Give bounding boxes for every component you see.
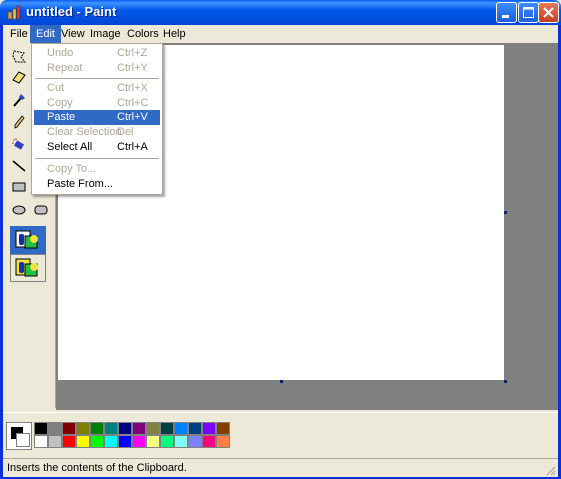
menu-item-clear-selection[interactable]: Clear Selection Del <box>34 125 160 140</box>
color-swatch[interactable] <box>62 435 76 448</box>
color-swatch[interactable] <box>160 422 174 435</box>
ellipse-tool[interactable] <box>9 200 29 220</box>
color-swatch[interactable] <box>202 422 216 435</box>
menu-item-shortcut: Ctrl+C <box>117 97 149 109</box>
menu-item-select-all[interactable]: Select All Ctrl+A <box>34 140 160 155</box>
color-swatch[interactable] <box>132 422 146 435</box>
airbrush-icon <box>12 138 24 150</box>
color-swatch[interactable] <box>90 422 104 435</box>
menu-item-label: Undo <box>47 47 74 59</box>
ellipse-icon <box>12 205 26 215</box>
color-swatch[interactable] <box>48 422 62 435</box>
line-tool[interactable] <box>9 156 29 176</box>
menu-item-cut[interactable]: Cut Ctrl+X <box>34 81 160 96</box>
eraser-tool[interactable] <box>9 67 29 87</box>
maximize-button[interactable] <box>518 2 539 23</box>
menu-item-label: Copy <box>47 97 73 109</box>
menu-item-label: Paste <box>47 111 76 123</box>
menu-item-repeat[interactable]: Repeat Ctrl+Y <box>34 61 160 76</box>
color-swatch[interactable] <box>90 435 104 448</box>
opaque-shapes-icon <box>15 230 38 249</box>
menu-item-shortcut: Del <box>117 126 134 138</box>
option-opaque-background[interactable] <box>10 226 46 254</box>
line-icon <box>12 160 26 172</box>
color-swatch[interactable] <box>174 422 188 435</box>
pencil-icon <box>14 115 25 129</box>
free-form-select-icon <box>12 50 27 63</box>
color-swatch[interactable] <box>146 435 160 448</box>
pick-color-tool[interactable] <box>9 90 29 110</box>
menu-item-label: Copy To... <box>47 163 97 175</box>
color-swatch[interactable] <box>216 422 230 435</box>
menu-bar: File Edit View Image Colors Help <box>3 25 558 43</box>
rounded-rectangle-tool[interactable] <box>31 200 51 220</box>
color-swatch[interactable] <box>76 422 90 435</box>
eraser-icon <box>12 71 26 84</box>
color-swatch[interactable] <box>34 422 48 435</box>
color-swatch[interactable] <box>34 435 48 448</box>
color-swatch[interactable] <box>174 435 188 448</box>
status-bar: Inserts the contents of the Clipboard. <box>3 458 558 477</box>
rectangle-icon <box>12 182 26 192</box>
color-swatch[interactable] <box>188 435 202 448</box>
pick-color-icon <box>13 94 25 107</box>
minimize-button[interactable] <box>496 2 517 23</box>
canvas-resize-handle-bottom[interactable] <box>280 380 283 383</box>
menu-item-label: Paste From... <box>47 178 114 190</box>
window-title: untitled - Paint <box>26 4 117 19</box>
paint-app-icon <box>7 5 21 20</box>
menu-item-shortcut: Ctrl+Y <box>117 62 148 74</box>
canvas-resize-handle-right[interactable] <box>504 211 507 214</box>
canvas-resize-handle-corner[interactable] <box>504 380 507 383</box>
color-swatch[interactable] <box>118 422 132 435</box>
color-swatch[interactable] <box>62 422 76 435</box>
airbrush-tool[interactable] <box>9 135 29 155</box>
menu-separator <box>35 78 159 79</box>
close-button[interactable] <box>538 2 559 23</box>
maximize-icon <box>523 7 534 18</box>
menu-item-copy[interactable]: Copy Ctrl+C <box>34 96 160 111</box>
edit-menu-dropdown: Undo Ctrl+Z Repeat Ctrl+Y Cut Ctrl+X Copy Ct… <box>31 43 163 195</box>
menu-item-label: Cut <box>47 82 65 94</box>
option-transparent-background[interactable] <box>10 254 46 282</box>
transparent-shapes-icon <box>15 258 38 277</box>
free-form-select-tool[interactable] <box>9 47 29 67</box>
background-color-swatch <box>16 433 30 447</box>
menu-item-label: Repeat <box>47 62 83 74</box>
color-box <box>3 412 558 458</box>
menu-item-shortcut: Ctrl+Z <box>117 47 148 59</box>
paint-window: untitled - Paint File Edit View Image Co… <box>0 0 561 479</box>
pencil-tool[interactable] <box>9 112 29 132</box>
rectangle-tool[interactable] <box>9 177 29 197</box>
title-bar[interactable]: untitled - Paint <box>0 0 561 25</box>
color-swatch[interactable] <box>216 435 230 448</box>
current-colors[interactable] <box>6 422 32 450</box>
color-swatch[interactable] <box>104 422 118 435</box>
color-swatch[interactable] <box>132 435 146 448</box>
color-swatch[interactable] <box>188 422 202 435</box>
menu-item-paste-from[interactable]: Paste From... <box>34 177 160 192</box>
menu-item-shortcut: Ctrl+X <box>117 82 148 94</box>
menu-separator <box>35 158 159 159</box>
color-swatch[interactable] <box>202 435 216 448</box>
color-swatch[interactable] <box>48 435 62 448</box>
minimize-icon <box>502 15 509 18</box>
color-swatch[interactable] <box>160 435 174 448</box>
menu-item-undo[interactable]: Undo Ctrl+Z <box>34 46 160 61</box>
menu-item-label: Select All <box>47 141 93 153</box>
close-icon <box>543 7 554 18</box>
menu-item-shortcut: Ctrl+V <box>117 111 148 123</box>
color-swatch[interactable] <box>118 435 132 448</box>
menu-item-copy-to[interactable]: Copy To... <box>34 162 160 177</box>
resize-grip-icon[interactable] <box>544 464 556 476</box>
color-swatch[interactable] <box>104 435 118 448</box>
menu-item-label: Clear Selection <box>47 126 122 138</box>
color-swatch[interactable] <box>146 422 160 435</box>
menu-item-paste[interactable]: Paste Ctrl+V <box>34 110 160 125</box>
menu-item-shortcut: Ctrl+A <box>117 141 148 153</box>
color-swatch[interactable] <box>76 435 90 448</box>
rounded-rectangle-icon <box>34 205 48 215</box>
menu-help[interactable]: Help <box>157 25 192 43</box>
status-text: Inserts the contents of the Clipboard. <box>7 462 187 474</box>
